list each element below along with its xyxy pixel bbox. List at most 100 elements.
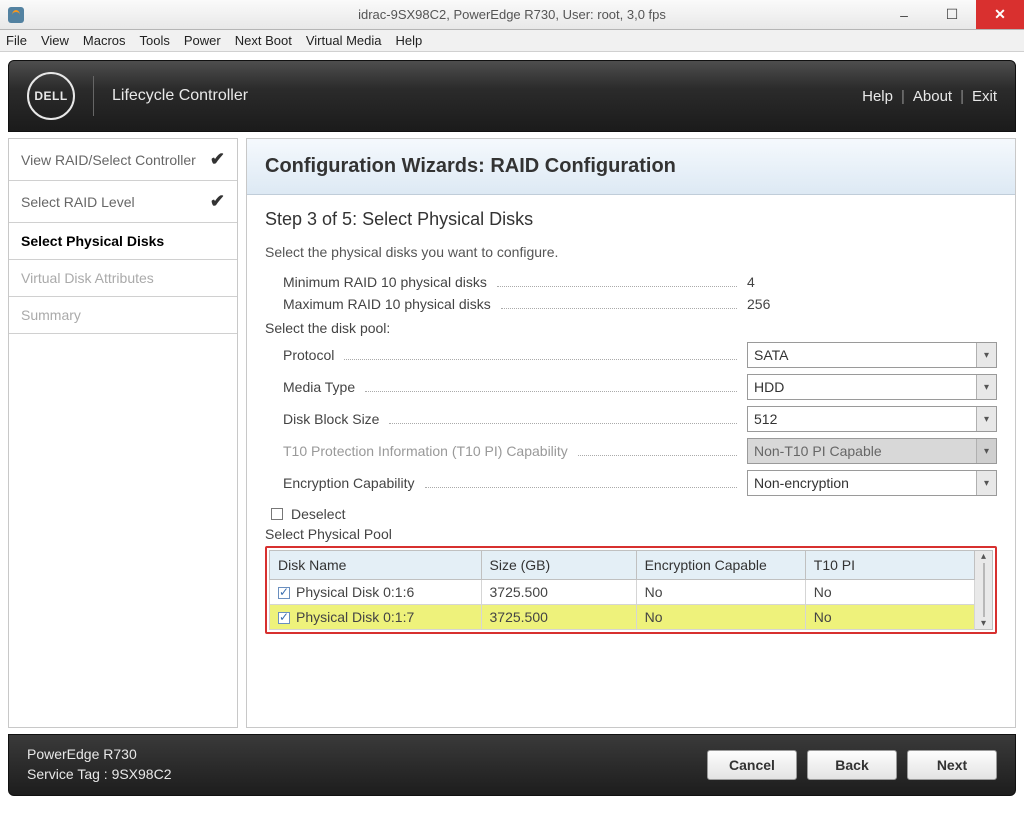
protocol-row: Protocol SATA ▾ [265,342,997,368]
sidebar-item-label: Summary [21,307,81,323]
cell-disk-name: Physical Disk 0:1:6 [296,584,414,600]
chevron-down-icon: ▾ [976,439,996,463]
back-button[interactable]: Back [807,750,897,780]
content-wrap: View RAID/Select Controller ✔ Select RAI… [8,138,1016,728]
row-checkbox[interactable] [278,612,290,624]
footer-bar: PowerEdge R730 Service Tag : 9SX98C2 Can… [8,734,1016,796]
wizard-sidebar: View RAID/Select Controller ✔ Select RAI… [8,138,238,728]
menu-virtual-media[interactable]: Virtual Media [306,33,382,48]
panel-body: Step 3 of 5: Select Physical Disks Selec… [247,195,1015,642]
deselect-label: Deselect [291,506,345,522]
divider: | [960,88,964,105]
menu-tools[interactable]: Tools [140,33,170,48]
media-type-label: Media Type [283,379,355,395]
col-encryption[interactable]: Encryption Capable [636,551,805,580]
media-type-row: Media Type HDD ▾ [265,374,997,400]
cell-t10pi: No [805,580,974,605]
protocol-value: SATA [754,347,789,363]
menu-next-boot[interactable]: Next Boot [235,33,292,48]
app-body: DELL Lifecycle Controller Help | About |… [0,52,1024,833]
divider: | [901,88,905,105]
dot-line [425,487,737,488]
scroll-up-icon[interactable]: ▴ [981,551,986,562]
dot-line [389,423,737,424]
min-disks-label: Minimum RAID 10 physical disks [283,274,487,290]
cell-disk-name: Physical Disk 0:1:7 [296,609,414,625]
disk-block-size-row: Disk Block Size 512 ▾ [265,406,997,432]
header-links: Help | About | Exit [862,88,997,105]
min-disks-value: 4 [747,274,997,290]
table-row[interactable]: Physical Disk 0:1:7 3725.500 No No [270,605,975,630]
physical-pool-table: Disk Name Size (GB) Encryption Capable T… [269,550,975,630]
t10-select: Non-T10 PI Capable ▾ [747,438,997,464]
col-disk-name[interactable]: Disk Name [270,551,482,580]
encryption-row: Encryption Capability Non-encryption ▾ [265,470,997,496]
sidebar-item-summary[interactable]: Summary [9,297,237,334]
panel-title: Configuration Wizards: RAID Configuratio… [247,139,1015,195]
footer-buttons: Cancel Back Next [707,750,997,780]
footer-service-tag-label: Service Tag : [27,766,108,782]
maximize-button[interactable]: ☐ [928,0,976,29]
menu-macros[interactable]: Macros [83,33,126,48]
t10-label: T10 Protection Information (T10 PI) Capa… [283,443,568,459]
sidebar-item-label: Select RAID Level [21,194,135,210]
protocol-select[interactable]: SATA ▾ [747,342,997,368]
max-disks-value: 256 [747,296,997,312]
cell-size: 3725.500 [481,605,636,630]
menu-file[interactable]: File [6,33,27,48]
cell-t10pi: No [805,605,974,630]
t10-row: T10 Protection Information (T10 PI) Capa… [265,438,997,464]
sidebar-item-view-raid[interactable]: View RAID/Select Controller ✔ [9,139,237,181]
deselect-checkbox[interactable] [271,508,283,520]
row-checkbox[interactable] [278,587,290,599]
cell-size: 3725.500 [481,580,636,605]
dot-line [497,286,737,287]
sidebar-item-vd-attributes[interactable]: Virtual Disk Attributes [9,260,237,297]
sidebar-item-select-phys-disks[interactable]: Select Physical Disks [9,223,237,260]
sidebar-item-select-raid-level[interactable]: Select RAID Level ✔ [9,181,237,223]
check-icon: ✔ [210,191,225,212]
cancel-button[interactable]: Cancel [707,750,797,780]
disk-block-size-label: Disk Block Size [283,411,379,427]
encryption-label: Encryption Capability [283,475,415,491]
chevron-down-icon: ▾ [976,407,996,431]
scroll-thumb[interactable] [983,563,985,617]
disk-block-size-select[interactable]: 512 ▾ [747,406,997,432]
deselect-row: Deselect [271,506,997,522]
col-t10pi[interactable]: T10 PI [805,551,974,580]
header-product: Lifecycle Controller [112,87,248,105]
menu-view[interactable]: View [41,33,69,48]
window-title: idrac-9SX98C2, PowerEdge R730, User: roo… [0,7,1024,22]
header-exit-link[interactable]: Exit [972,88,997,105]
app-header: DELL Lifecycle Controller Help | About |… [8,60,1016,132]
menu-power[interactable]: Power [184,33,221,48]
max-disks-row: Maximum RAID 10 physical disks 256 [265,296,997,312]
minimize-button[interactable]: – [880,0,928,29]
header-about-link[interactable]: About [913,88,952,105]
wizard-main-panel: Configuration Wizards: RAID Configuratio… [246,138,1016,728]
table-scrollbar[interactable]: ▴ ▾ [975,550,993,630]
col-size[interactable]: Size (GB) [481,551,636,580]
chevron-down-icon: ▾ [976,343,996,367]
dot-line [365,391,737,392]
dot-line [578,455,737,456]
encryption-select[interactable]: Non-encryption ▾ [747,470,997,496]
footer-info: PowerEdge R730 Service Tag : 9SX98C2 [27,745,172,784]
check-icon: ✔ [210,149,225,170]
scroll-down-icon[interactable]: ▾ [981,618,986,629]
select-pool-label: Select the disk pool: [265,320,997,336]
max-disks-label: Maximum RAID 10 physical disks [283,296,491,312]
step-description: Select the physical disks you want to co… [265,244,997,260]
dell-logo-icon: DELL [27,72,75,120]
physical-pool-highlight-box: Disk Name Size (GB) Encryption Capable T… [265,546,997,634]
close-button[interactable]: ✕ [976,0,1024,29]
table-row[interactable]: Physical Disk 0:1:6 3725.500 No No [270,580,975,605]
menu-help[interactable]: Help [395,33,422,48]
media-type-value: HDD [754,379,784,395]
min-disks-row: Minimum RAID 10 physical disks 4 [265,274,997,290]
java-icon [8,7,24,23]
header-help-link[interactable]: Help [862,88,893,105]
protocol-label: Protocol [283,347,334,363]
next-button[interactable]: Next [907,750,997,780]
media-type-select[interactable]: HDD ▾ [747,374,997,400]
